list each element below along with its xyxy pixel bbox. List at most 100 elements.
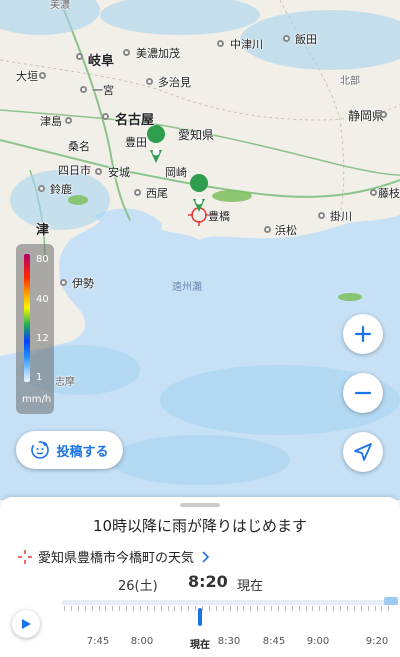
city-dot [123, 49, 130, 56]
timeline-tick [181, 606, 183, 611]
timeline-tick [139, 606, 141, 611]
place-label: 浜松 [275, 224, 297, 237]
timeline-label: 9:20 [365, 636, 389, 647]
city-dot [95, 168, 102, 175]
place-label: 名古屋 [115, 113, 155, 128]
place-label: 豊橋 [208, 210, 230, 223]
city-dot [264, 226, 271, 233]
legend-label: 12 [36, 333, 49, 344]
timeline-tick [367, 606, 369, 611]
timeline-label: 現在 [190, 640, 210, 651]
place-label: 掛川 [330, 210, 352, 223]
city-dot [76, 53, 83, 60]
timeline-label: 9:00 [306, 636, 330, 647]
legend-label: 80 [36, 254, 49, 265]
place-label: 多治見 [158, 76, 191, 89]
place-label: 桑名 [68, 140, 90, 153]
sheet-drag-handle[interactable] [180, 503, 220, 507]
timeline-tick [133, 606, 134, 611]
city-dot [60, 279, 67, 286]
timeline-tick [77, 606, 79, 611]
timeline-tick [112, 606, 114, 611]
city-dot [39, 72, 46, 79]
timeline-tick [257, 606, 259, 611]
city-dot [65, 117, 72, 124]
place-label: 津 [36, 223, 50, 238]
post-button[interactable]: 投稿する [16, 431, 123, 469]
zoom-in-button[interactable] [343, 314, 383, 354]
place-label: 大垣 [16, 70, 38, 83]
place-label: 中津川 [230, 38, 263, 51]
precipitation-legend: 80 40 12 1 mm/h [16, 244, 54, 414]
place-label: 西尾 [146, 187, 168, 200]
place-label: 鈴鹿 [50, 183, 72, 196]
weather-sheet: 10時以降に雨が降りはじめます 愛知県豊橋市今橋町の天気 26(土) 8:20 … [0, 497, 400, 657]
timeline-tick [291, 606, 293, 611]
legend-label: 1 [36, 372, 43, 383]
radar-map[interactable]: 美濃 岐阜 美濃加茂 中津川 飯田 大垣 多治見 一宮 津島 名古屋 愛知県 静… [0, 0, 400, 500]
place-label: 北部 [340, 76, 360, 87]
play-button[interactable] [12, 610, 40, 638]
place-label: 四日市 [58, 164, 91, 177]
timeline-tick [119, 606, 121, 611]
timeline-tick [284, 606, 286, 611]
timeline-tick [353, 606, 355, 611]
status-label: 現在 [237, 579, 264, 594]
timeline-tick [105, 606, 107, 611]
timeline-label: 8:00 [130, 636, 154, 647]
timeline-tick [153, 606, 155, 611]
timeline-tick [202, 606, 203, 611]
timeline-tick [146, 606, 148, 611]
city-dot [38, 185, 45, 192]
city-dot [370, 189, 377, 196]
location-arrow-icon [354, 443, 372, 461]
time-slider[interactable]: 7:45 8:00 現在 8:30 8:45 9:00 9:20 [62, 597, 400, 651]
minus-icon [354, 391, 372, 395]
time-label: 8:20 [188, 572, 228, 591]
timeline-label: 7:45 [86, 636, 110, 647]
zoom-out-button[interactable] [343, 373, 383, 413]
timeline-tick [319, 606, 321, 611]
time-slider-end [384, 597, 398, 605]
forecast-headline: 10時以降に雨が降りはじめます [92, 517, 308, 535]
timeline-tick [277, 606, 279, 611]
timeline-tick [340, 606, 341, 611]
timeline-tick [222, 606, 224, 611]
timeline-tick [298, 606, 300, 611]
legend-color-bar [24, 254, 30, 382]
location-link[interactable]: 愛知県豊橋市今橋町の天気 [18, 547, 210, 566]
place-label: 豊田 [125, 136, 147, 149]
date-label: 26(土) [118, 579, 158, 594]
chevron-right-icon [202, 550, 210, 563]
location-name: 愛知県豊橋市今橋町の天気 [38, 551, 195, 566]
place-label: 藤枝 [378, 187, 400, 200]
timeline-tick [305, 606, 307, 611]
place-label: 美濃 [50, 0, 70, 11]
timeline-tick [243, 606, 245, 611]
city-dot [380, 111, 387, 118]
place-label: 津島 [40, 115, 62, 128]
timeline-tick [215, 606, 217, 611]
place-label: 伊勢 [72, 277, 94, 290]
timeline-tick [229, 606, 231, 611]
plus-icon [354, 325, 372, 343]
timeline-label: 8:30 [217, 636, 241, 647]
current-location-button[interactable] [343, 432, 383, 472]
timeline-tick [346, 606, 348, 611]
place-label: 岡崎 [165, 166, 187, 179]
play-icon [22, 619, 31, 629]
city-dot [217, 40, 224, 47]
timeline-tick [326, 606, 328, 611]
sea-label: 遠州灘 [172, 282, 202, 293]
timeline-tick [264, 606, 266, 611]
timeline-tick [250, 606, 252, 611]
timeline-tick [374, 606, 376, 611]
legend-label: 40 [36, 294, 49, 305]
timeline-tick [70, 606, 72, 611]
place-label: 愛知県 [178, 128, 215, 142]
city-dot [283, 35, 290, 42]
post-button-label: 投稿する [56, 444, 109, 460]
timeline-tick [98, 606, 100, 611]
timeline-tick [360, 606, 362, 611]
timeline-tick [84, 606, 86, 611]
